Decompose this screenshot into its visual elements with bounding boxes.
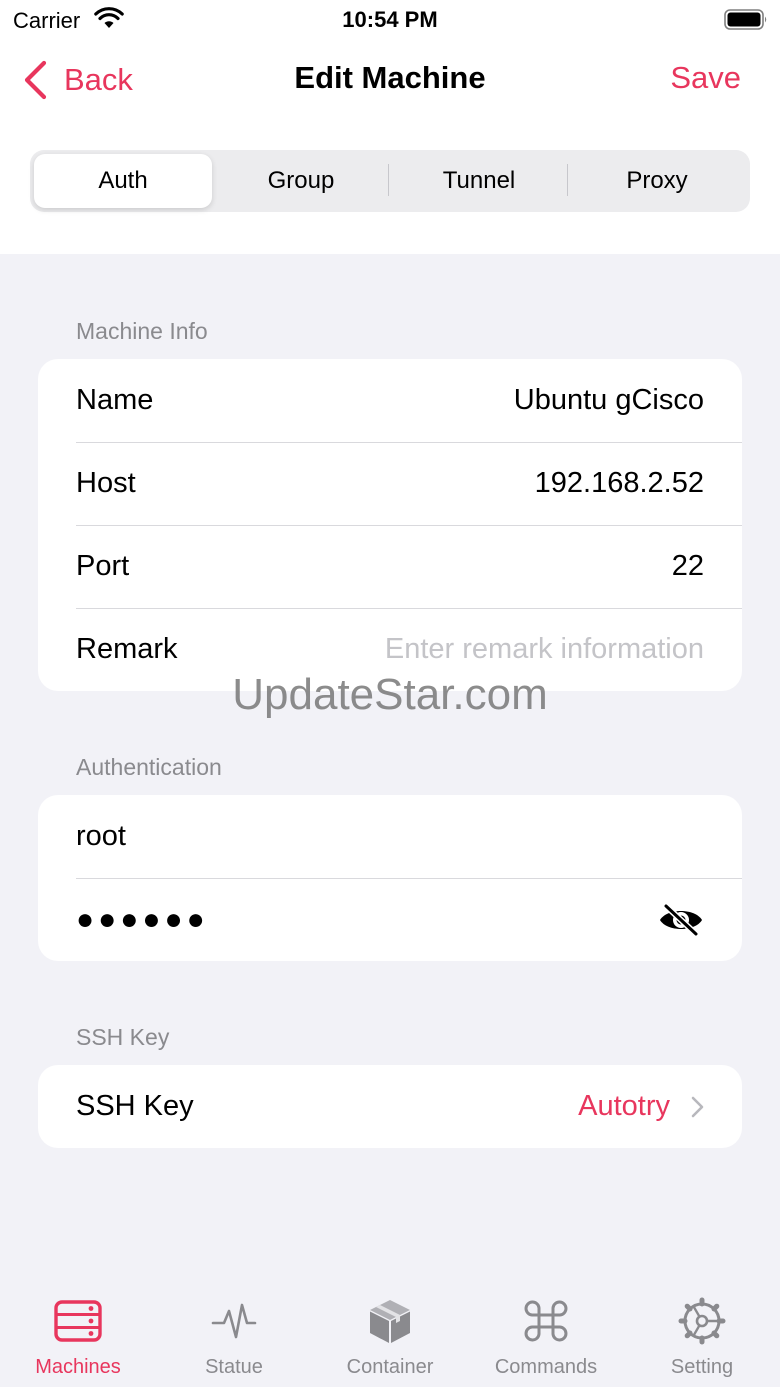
tab-commands[interactable]: Commands: [468, 1297, 624, 1387]
eye-slash-icon[interactable]: [658, 902, 704, 937]
name-row[interactable]: Name Ubuntu gCisco: [38, 359, 742, 442]
tab-setting[interactable]: Setting: [624, 1297, 780, 1387]
authentication-card: root ●●●●●●: [38, 795, 742, 961]
back-label: Back: [64, 62, 133, 97]
chevron-left-icon: [24, 60, 47, 100]
machine-info-card: Name Ubuntu gCisco Host 192.168.2.52 Por…: [38, 359, 742, 691]
ssh-key-header: SSH Key: [76, 1024, 170, 1050]
gear-icon: [678, 1297, 726, 1345]
remark-label: Remark: [76, 633, 178, 665]
server-rack-icon: [54, 1300, 102, 1342]
segment-group[interactable]: Group: [212, 154, 390, 208]
name-value[interactable]: Ubuntu gCisco: [514, 384, 704, 417]
password-row[interactable]: ●●●●●●: [38, 878, 742, 961]
port-row[interactable]: Port 22: [38, 525, 742, 608]
port-value[interactable]: 22: [672, 550, 704, 583]
battery-icon: [724, 9, 767, 30]
back-button[interactable]: Back: [22, 58, 133, 102]
segment-tunnel[interactable]: Tunnel: [390, 154, 568, 208]
ssh-key-row[interactable]: SSH Key Autotry: [38, 1065, 742, 1148]
chevron-right-icon: [691, 1096, 704, 1117]
status-bar: Carrier 10:54 PM: [0, 0, 780, 40]
remark-input[interactable]: [324, 633, 704, 666]
username-field[interactable]: root: [76, 820, 126, 853]
tab-bar: Machines Statue Container Commands Setti…: [0, 1297, 780, 1387]
remark-row[interactable]: Remark: [38, 608, 742, 691]
status-time: 10:54 PM: [342, 7, 438, 32]
ssh-key-label: SSH Key: [76, 1090, 194, 1122]
tab-statue-label: Statue: [205, 1356, 263, 1378]
name-label: Name: [76, 384, 154, 416]
machine-info-header: Machine Info: [76, 318, 208, 344]
command-key-icon: [524, 1300, 568, 1342]
tab-container[interactable]: Container: [312, 1297, 468, 1387]
ssh-key-value: Autotry: [578, 1090, 670, 1122]
host-value[interactable]: 192.168.2.52: [535, 467, 704, 500]
pulse-icon: [211, 1303, 257, 1339]
header-area: Carrier 10:54 PM Back Edit Machine Save …: [0, 0, 780, 254]
box-icon: [370, 1300, 410, 1343]
password-field[interactable]: ●●●●●●: [76, 903, 209, 937]
tab-machines[interactable]: Machines: [0, 1297, 156, 1387]
segment-divider: [388, 164, 389, 196]
tab-setting-label: Setting: [670, 1356, 734, 1378]
authentication-header: Authentication: [76, 754, 222, 780]
host-row[interactable]: Host 192.168.2.52: [38, 442, 742, 525]
save-button[interactable]: Save: [670, 60, 741, 96]
host-label: Host: [76, 467, 136, 499]
username-row[interactable]: root: [38, 795, 742, 878]
segmented-control: Auth Group Tunnel Proxy: [30, 150, 750, 212]
ssh-key-card: SSH Key Autotry: [38, 1065, 742, 1148]
tab-machines-label: Machines: [35, 1356, 121, 1378]
segment-auth[interactable]: Auth: [34, 154, 212, 208]
tab-commands-label: Commands: [494, 1356, 598, 1378]
tab-statue[interactable]: Statue: [156, 1297, 312, 1387]
port-label: Port: [76, 550, 130, 582]
segment-proxy[interactable]: Proxy: [568, 154, 746, 208]
tab-container-label: Container: [346, 1356, 434, 1378]
